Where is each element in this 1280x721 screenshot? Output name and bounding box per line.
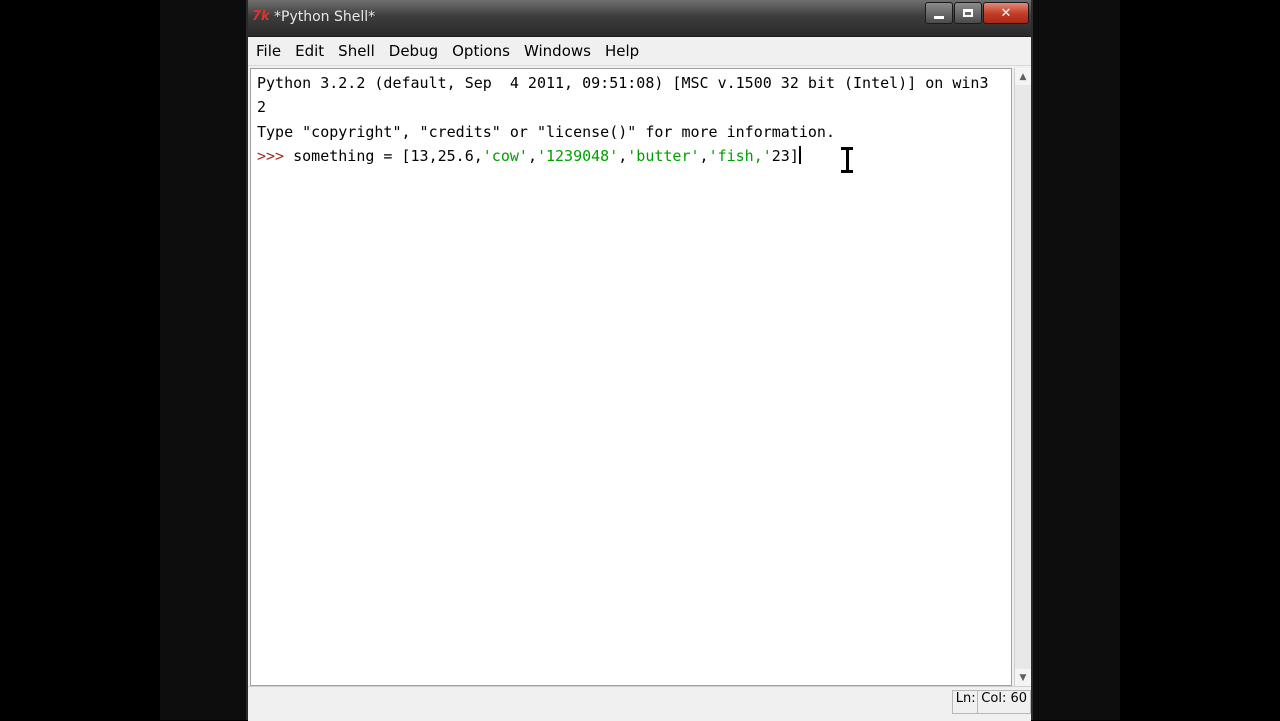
input-line: >>> something = [13,25.6,'cow','1239048'… bbox=[257, 146, 801, 166]
menu-debug[interactable]: Debug bbox=[382, 37, 445, 65]
status-bar: Ln: 3 Col: 60 bbox=[248, 686, 1031, 721]
code-text: 23] bbox=[771, 147, 799, 165]
menu-windows[interactable]: Windows bbox=[517, 37, 598, 65]
vertical-scrollbar[interactable]: ▲ ▼ bbox=[1014, 68, 1031, 686]
code-text: something = [13,25.6, bbox=[293, 147, 483, 165]
string-literal: 'butter' bbox=[627, 147, 700, 165]
menu-bar: File Edit Shell Debug Options Windows He… bbox=[248, 37, 1031, 66]
text-caret bbox=[798, 146, 801, 164]
string-literal: '1239048' bbox=[536, 147, 619, 165]
banner-line-1: Python 3.2.2 (default, Sep 4 2011, 09:51… bbox=[257, 74, 989, 92]
menu-edit[interactable]: Edit bbox=[288, 37, 331, 65]
scroll-down-arrow-icon[interactable]: ▼ bbox=[1015, 669, 1031, 686]
python-shell-window: 7k *Python Shell* ✕ File Edit Shell Debu… bbox=[246, 0, 1033, 721]
info-line: Type "copyright", "credits" or "license(… bbox=[257, 123, 835, 141]
string-literal: 'fish,' bbox=[708, 147, 772, 165]
maximize-icon bbox=[963, 9, 973, 17]
menu-help[interactable]: Help bbox=[598, 37, 646, 65]
menu-file[interactable]: File bbox=[248, 37, 288, 65]
code-text: , bbox=[618, 147, 628, 165]
close-icon: ✕ bbox=[1000, 5, 1012, 21]
code-text: , bbox=[699, 147, 709, 165]
string-literal: 'cow' bbox=[482, 147, 528, 165]
ibeam-cursor-icon bbox=[841, 147, 853, 173]
window-controls: ✕ bbox=[924, 2, 1029, 24]
left-backdrop bbox=[160, 0, 246, 720]
code-text: , bbox=[527, 147, 537, 165]
minimize-button[interactable] bbox=[925, 2, 953, 24]
status-column-number: Col: 60 bbox=[977, 690, 1031, 714]
maximize-button[interactable] bbox=[954, 2, 982, 24]
menu-options[interactable]: Options bbox=[445, 37, 517, 65]
tk-app-icon: 7k bbox=[252, 9, 270, 24]
scroll-up-arrow-icon[interactable]: ▲ bbox=[1015, 68, 1031, 85]
banner-line-2: 2 bbox=[257, 98, 267, 116]
right-backdrop bbox=[1033, 0, 1120, 720]
minimize-icon bbox=[934, 15, 944, 19]
title-bar[interactable]: 7k *Python Shell* ✕ bbox=[248, 0, 1031, 37]
shell-prompt: >>> bbox=[257, 147, 294, 165]
window-title: *Python Shell* bbox=[274, 9, 376, 25]
menu-shell[interactable]: Shell bbox=[331, 37, 382, 65]
close-button[interactable]: ✕ bbox=[983, 2, 1029, 24]
shell-text-area[interactable]: Python 3.2.2 (default, Sep 4 2011, 09:51… bbox=[250, 68, 1012, 686]
